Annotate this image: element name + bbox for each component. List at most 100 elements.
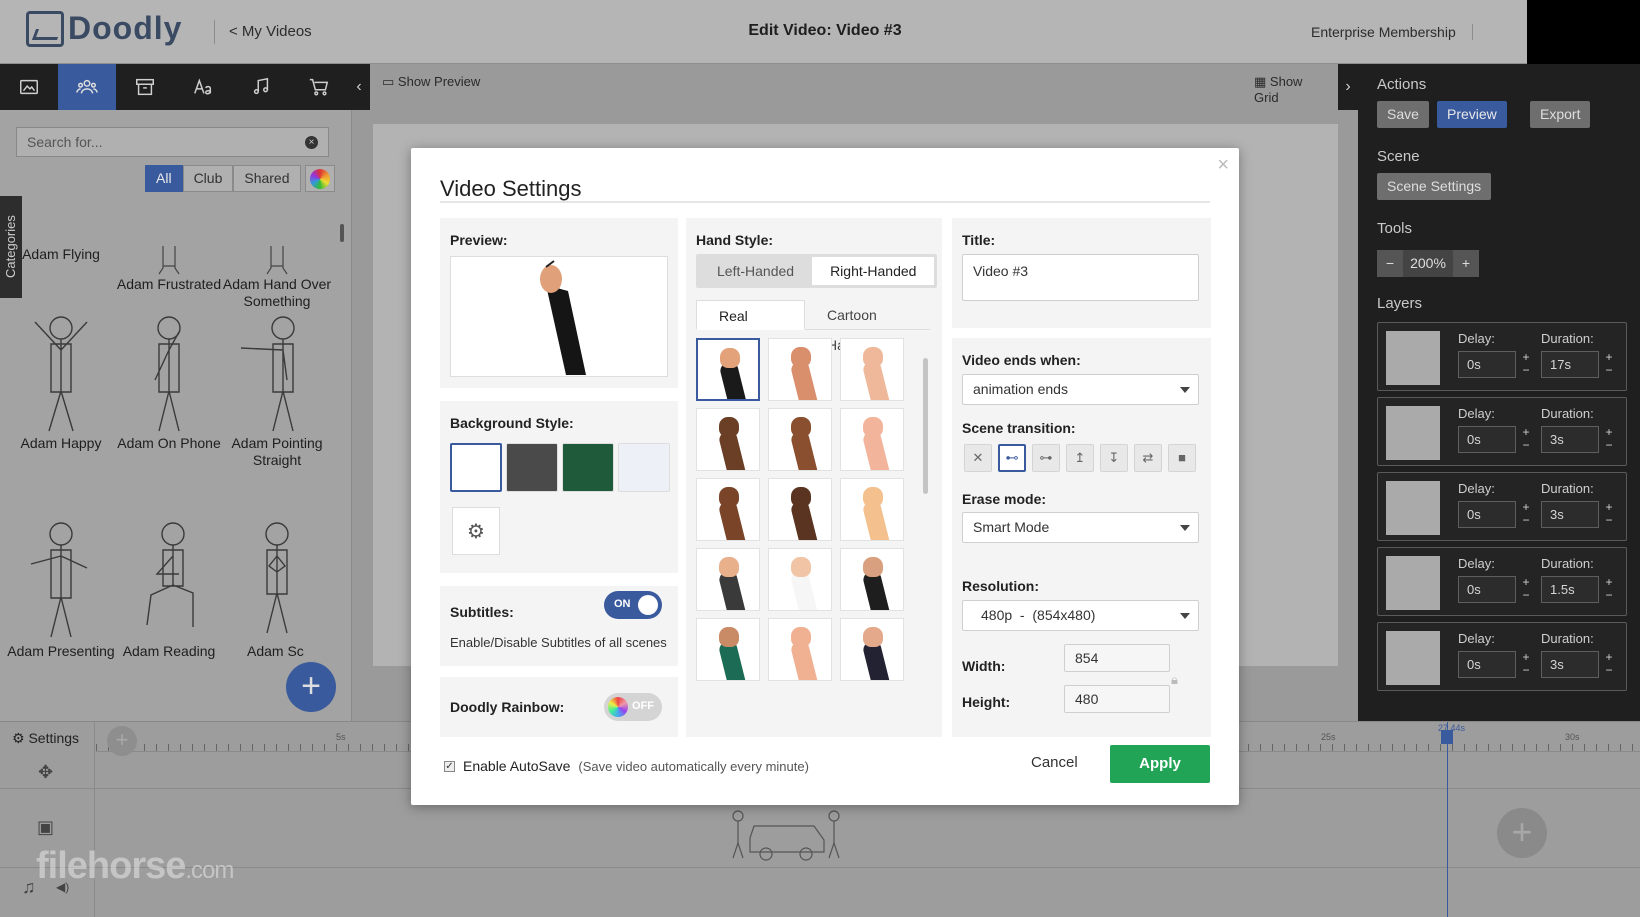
duration-stepper[interactable]: + − <box>1601 426 1617 453</box>
hand-option[interactable] <box>696 408 760 471</box>
delay-input[interactable]: 0s <box>1458 576 1516 603</box>
categories-tab[interactable]: Categories <box>0 196 22 298</box>
preview-button[interactable]: Preview <box>1437 101 1507 128</box>
delay-stepper[interactable]: + − <box>1518 576 1534 603</box>
export-button[interactable]: Export <box>1530 101 1591 128</box>
filter-club[interactable]: Club <box>182 165 234 192</box>
rainbow-toggle[interactable]: OFF <box>604 693 662 721</box>
autosave-option[interactable]: ✓ Enable AutoSave (Save video automatica… <box>444 758 809 774</box>
asset-item[interactable]: Adam Pointing Straight <box>222 310 332 469</box>
hand-option[interactable] <box>696 618 760 681</box>
color-filter-button[interactable] <box>304 165 335 192</box>
asset-item[interactable]: Adam Happy <box>6 310 116 452</box>
add-timeline-item-button[interactable]: + <box>1497 808 1547 858</box>
autosave-checkbox[interactable]: ✓ <box>444 760 455 772</box>
hand-option[interactable] <box>840 478 904 541</box>
apply-button[interactable]: Apply <box>1110 745 1210 783</box>
collapse-panel-chevron-icon[interactable]: ‹ <box>348 64 370 110</box>
library-scrollbar[interactable] <box>340 224 344 242</box>
tab-text[interactable] <box>174 64 232 110</box>
delay-input[interactable]: 0s <box>1458 351 1516 378</box>
hand-option[interactable] <box>696 478 760 541</box>
clear-search-icon[interactable]: × <box>305 135 318 149</box>
timeline-settings-button[interactable]: ⚙ Settings <box>12 730 79 747</box>
subtitles-toggle[interactable]: ON <box>604 591 662 619</box>
tab-props[interactable] <box>116 64 174 110</box>
slide-up-icon[interactable]: ↥ <box>1066 444 1094 472</box>
duration-input[interactable]: 3s <box>1541 426 1599 453</box>
duration-input[interactable]: 17s <box>1541 351 1599 378</box>
delay-input[interactable]: 0s <box>1458 651 1516 678</box>
hand-option[interactable] <box>768 618 832 681</box>
left-handed-option[interactable]: Left-Handed <box>699 257 812 285</box>
membership-link[interactable]: Enterprise Membership <box>1311 24 1473 40</box>
asset-item[interactable]: Adam Reading <box>114 518 224 660</box>
duration-input[interactable]: 3s <box>1541 651 1599 678</box>
save-button[interactable]: Save <box>1377 101 1429 128</box>
slide-right-icon[interactable]: ⊷ <box>998 444 1026 472</box>
aspect-lock-icon[interactable]: 🔒︎ <box>1171 672 1178 688</box>
erase-mode-select[interactable]: Smart Mode <box>962 512 1199 543</box>
duration-stepper[interactable]: + − <box>1601 501 1617 528</box>
hand-option[interactable] <box>696 338 760 401</box>
layer-item[interactable]: Delay: Duration: 0s + − 3s + − <box>1377 622 1627 691</box>
hand-option[interactable] <box>768 478 832 541</box>
close-icon[interactable]: × <box>1217 154 1229 177</box>
tab-cartoon-hands[interactable]: Cartoon Hands <box>805 300 930 353</box>
filter-all[interactable]: All <box>145 165 183 192</box>
asset-item[interactable]: Adam Hand Over Something <box>222 246 332 310</box>
add-scene-button[interactable]: + <box>107 726 137 756</box>
filter-shared[interactable]: Shared <box>233 165 301 192</box>
hand-option[interactable] <box>768 548 832 611</box>
layer-item[interactable]: Delay: Duration: 0s + − 3s + − <box>1377 472 1627 541</box>
background-swatch-white[interactable] <box>450 443 502 492</box>
scene-thumbnail[interactable] <box>726 806 846 862</box>
asset-item[interactable]: Adam Sc <box>222 518 332 660</box>
zoom-in-icon[interactable]: + <box>1453 250 1479 277</box>
hand-grid-scrollbar[interactable] <box>923 358 928 494</box>
expand-panel-chevron-icon[interactable]: › <box>1338 64 1358 110</box>
layer-item[interactable]: Delay: Duration: 0s + − 17s + − <box>1377 322 1627 391</box>
hand-option[interactable] <box>840 408 904 471</box>
duration-stepper[interactable]: + − <box>1601 651 1617 678</box>
duration-input[interactable]: 3s <box>1541 501 1599 528</box>
add-asset-button[interactable]: + <box>286 662 336 712</box>
hand-option[interactable] <box>696 548 760 611</box>
hand-option[interactable] <box>768 408 832 471</box>
background-swatch-green[interactable] <box>562 443 614 492</box>
search-input[interactable]: Search for... × <box>16 127 329 157</box>
hand-option[interactable] <box>840 618 904 681</box>
delay-input[interactable]: 0s <box>1458 426 1516 453</box>
duration-stepper[interactable]: + − <box>1601 576 1617 603</box>
layer-item[interactable]: Delay: Duration: 0s + − 1.5s + − <box>1377 547 1627 616</box>
video-ends-select[interactable]: animation ends <box>962 374 1199 405</box>
scene-settings-button[interactable]: Scene Settings <box>1377 173 1492 200</box>
resolution-select[interactable]: 480p - (854x480) <box>962 600 1199 631</box>
slide-down-icon[interactable]: ↧ <box>1100 444 1128 472</box>
asset-item[interactable]: Adam Frustrated <box>114 246 224 293</box>
tab-real-hands[interactable]: Real Hands <box>696 300 805 354</box>
delay-input[interactable]: 0s <box>1458 501 1516 528</box>
layer-item[interactable]: Delay: Duration: 0s + − 3s + − <box>1377 397 1627 466</box>
delay-stepper[interactable]: + − <box>1518 351 1534 378</box>
swap-icon[interactable]: ⇄ <box>1134 444 1162 472</box>
camera-icon[interactable]: ■ <box>1168 444 1196 472</box>
delay-stepper[interactable]: + − <box>1518 426 1534 453</box>
right-handed-option[interactable]: Right-Handed <box>812 257 935 285</box>
hand-option[interactable] <box>768 338 832 401</box>
delay-stepper[interactable]: + − <box>1518 501 1534 528</box>
zoom-out-icon[interactable]: − <box>1377 250 1403 277</box>
show-preview-toggle[interactable]: ▭ Show Preview <box>382 74 480 90</box>
tab-characters[interactable] <box>58 64 116 110</box>
background-settings-button[interactable]: ⚙ <box>452 507 500 555</box>
none-icon[interactable]: ✕ <box>964 444 992 472</box>
hand-option[interactable] <box>840 338 904 401</box>
asset-item[interactable]: Adam Flying <box>6 246 116 263</box>
cancel-button[interactable]: Cancel <box>1031 754 1078 771</box>
slide-left-icon[interactable]: ⊶ <box>1032 444 1060 472</box>
height-field[interactable]: 480 <box>1064 685 1170 713</box>
background-swatch-light[interactable] <box>618 443 670 492</box>
tab-store[interactable] <box>290 64 348 110</box>
tab-images[interactable] <box>0 64 58 110</box>
hand-option[interactable] <box>840 548 904 611</box>
